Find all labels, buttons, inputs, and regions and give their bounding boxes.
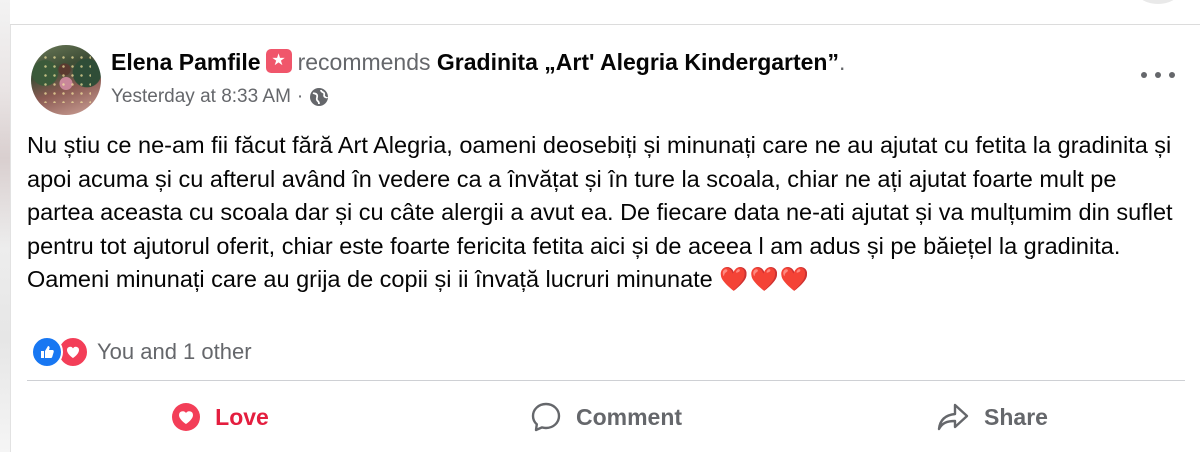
comment-label: Comment bbox=[575, 403, 683, 430]
previous-post-avatar-edge bbox=[1138, 0, 1178, 4]
recommend-icon bbox=[265, 49, 292, 73]
background-edge bbox=[0, 0, 10, 452]
love-action-icon bbox=[171, 402, 201, 432]
header-period: . bbox=[838, 49, 846, 75]
post-card: Elena Pamfile recommends Gradinita „Art' … bbox=[10, 25, 1200, 452]
love-button[interactable]: Love bbox=[27, 402, 413, 432]
action-divider bbox=[27, 380, 1185, 381]
post-meta: Yesterday at 8:33 AM · bbox=[111, 86, 329, 108]
like-icon bbox=[31, 336, 63, 368]
share-icon bbox=[936, 402, 970, 432]
post-timestamp[interactable]: Yesterday at 8:33 AM bbox=[111, 86, 291, 108]
love-label: Love bbox=[215, 403, 269, 430]
comment-icon bbox=[530, 401, 562, 433]
recommends-label: recommends bbox=[297, 49, 431, 75]
share-label: Share bbox=[984, 403, 1048, 430]
reactions-summary[interactable]: You and 1 other bbox=[31, 335, 252, 369]
action-bar: Love Comment Share bbox=[27, 389, 1185, 445]
post-header: Elena Pamfile recommends Gradinita „Art' … bbox=[111, 49, 845, 76]
previous-post-edge bbox=[10, 0, 1200, 25]
comment-button[interactable]: Comment bbox=[413, 401, 799, 433]
share-button[interactable]: Share bbox=[799, 402, 1185, 432]
meta-separator: · bbox=[296, 86, 304, 107]
heart-emojis: ❤️❤️❤️ bbox=[719, 266, 811, 293]
reaction-count-text[interactable]: You and 1 other bbox=[97, 339, 252, 365]
page-name-link[interactable]: Gradinita „Art' Alegria Kindergarten” bbox=[437, 49, 839, 75]
author-name[interactable]: Elena Pamfile bbox=[111, 49, 261, 75]
post-text: Nu știu ce ne-am fii făcut fără Art Aleg… bbox=[27, 132, 1173, 293]
screen: Elena Pamfile recommends Gradinita „Art' … bbox=[0, 0, 1200, 452]
more-options-icon[interactable] bbox=[1141, 65, 1175, 85]
avatar[interactable] bbox=[31, 45, 101, 115]
globe-icon[interactable] bbox=[309, 87, 329, 107]
post-body: Nu știu ce ne-am fii făcut fără Art Aleg… bbox=[27, 129, 1187, 297]
